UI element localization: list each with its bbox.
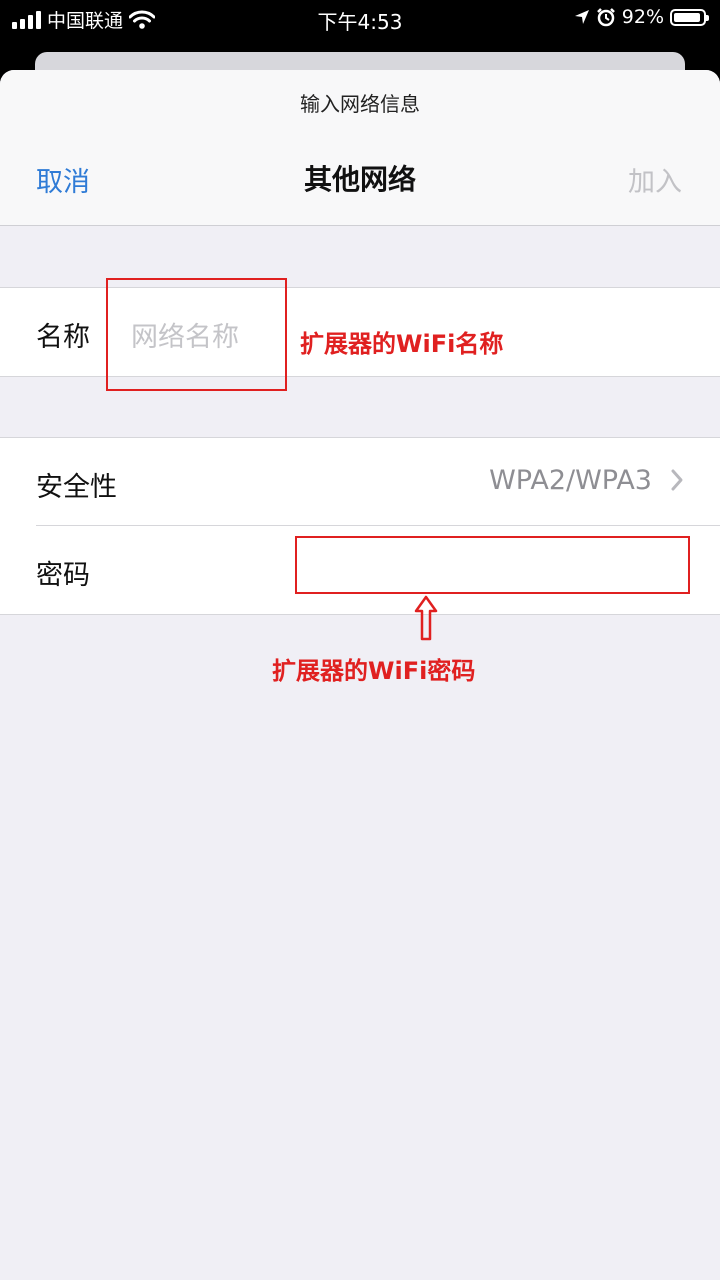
name-highlight-box: [106, 278, 287, 391]
battery-percent: 92%: [621, 6, 664, 28]
security-row[interactable]: 安全性 WPA2/WPA3: [0, 438, 720, 526]
join-button[interactable]: 加入: [628, 160, 682, 199]
sheet-prompt: 输入网络信息: [300, 92, 420, 116]
password-input-box[interactable]: [295, 536, 690, 594]
chevron-right-icon: [671, 469, 683, 491]
page-title: 其他网络: [303, 163, 416, 196]
status-bar: 中国联通 下午4:53 92%: [0, 0, 720, 38]
location-icon: [574, 10, 589, 24]
name-annotation: 扩展器的WiFi名称: [300, 330, 504, 358]
sheet-header: 输入网络信息 取消 其他网络 加入: [0, 70, 720, 226]
security-label: 安全性: [36, 472, 117, 503]
password-label: 密码: [36, 560, 90, 591]
status-right: 92%: [574, 6, 709, 28]
name-label: 名称: [36, 322, 90, 353]
arrow-up-icon: [414, 595, 438, 641]
security-value: WPA2/WPA3: [489, 465, 652, 496]
password-annotation: 扩展器的WiFi密码: [272, 657, 476, 685]
battery-icon: [670, 8, 709, 26]
battery-fill: [674, 12, 700, 22]
alarm-icon: [596, 8, 615, 27]
